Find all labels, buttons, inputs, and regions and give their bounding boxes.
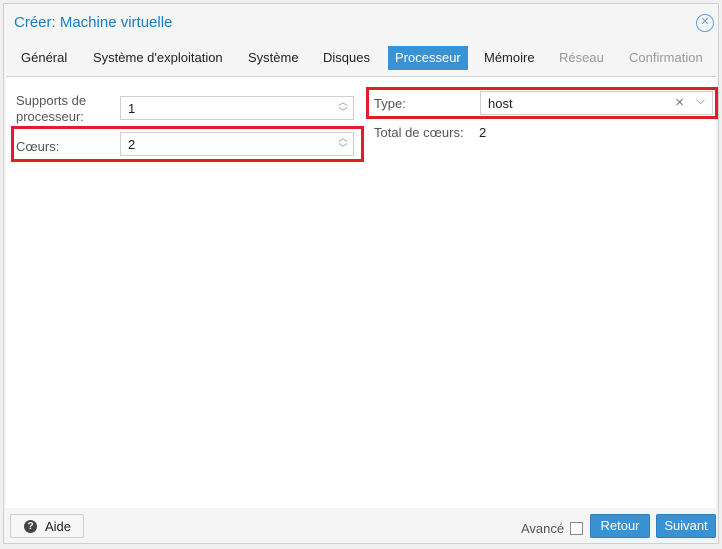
tab-disks[interactable]: Disques (316, 46, 377, 70)
cores-field[interactable]: 2 ︿ ﹀ (120, 132, 354, 156)
help-button[interactable]: ? Aide (10, 514, 84, 538)
chevron-down-icon[interactable]: ⌵ (696, 93, 705, 108)
clear-x-icon[interactable]: × (675, 94, 684, 111)
tab-system[interactable]: Système (241, 46, 306, 70)
wizard-tabbar: Général Système d'exploitation Système D… (4, 44, 718, 76)
cores-value: 2 (128, 137, 136, 152)
cores-label: Cœurs: (16, 139, 60, 154)
dialog-titlebar: Créer: Machine virtuelle ✕ (4, 4, 718, 42)
tab-os[interactable]: Système d'exploitation (86, 46, 230, 70)
type-combobox[interactable]: host × ⌵ (480, 91, 713, 115)
advanced-label: Avancé (521, 521, 565, 536)
tab-network: Réseau (559, 50, 604, 65)
tab-memory[interactable]: Mémoire (477, 46, 542, 70)
type-value: host (488, 96, 513, 111)
back-button[interactable]: Retour (590, 514, 650, 538)
total-cores-value: 2 (479, 125, 487, 140)
spinner-icon[interactable]: ︿ ﹀ (337, 98, 349, 118)
next-button[interactable]: Suivant (656, 514, 716, 538)
sockets-label-line1: Supports de (16, 93, 87, 108)
question-circle-icon: ? (24, 520, 37, 533)
tab-general[interactable]: Général (14, 46, 74, 70)
sockets-field[interactable]: 1 ︿ ﹀ (120, 96, 354, 120)
tab-processor[interactable]: Processeur (388, 46, 468, 70)
help-button-label: Aide (45, 519, 72, 534)
sockets-value: 1 (128, 101, 136, 116)
total-cores-label: Total de cœurs: (374, 125, 464, 140)
tab-confirmation: Confirmation (629, 50, 703, 65)
sockets-label-line2: processeur: (16, 109, 84, 124)
spinner-icon[interactable]: ︿ ﹀ (337, 134, 349, 154)
sockets-label: Supports de processeur: (16, 93, 86, 125)
dialog-footer: ? Aide Avancé Retour Suivant (4, 508, 718, 545)
create-vm-dialog: Créer: Machine virtuelle ✕ Général Systè… (3, 3, 719, 544)
type-label: Type: (374, 96, 406, 111)
dialog-title: Créer: Machine virtuelle (14, 14, 173, 31)
advanced-checkbox[interactable] (570, 522, 583, 535)
close-icon[interactable]: ✕ (696, 14, 714, 32)
processor-panel: Supports de processeur: 1 ︿ ﹀ Cœurs: 2 ︿ ﹀… (6, 76, 718, 508)
